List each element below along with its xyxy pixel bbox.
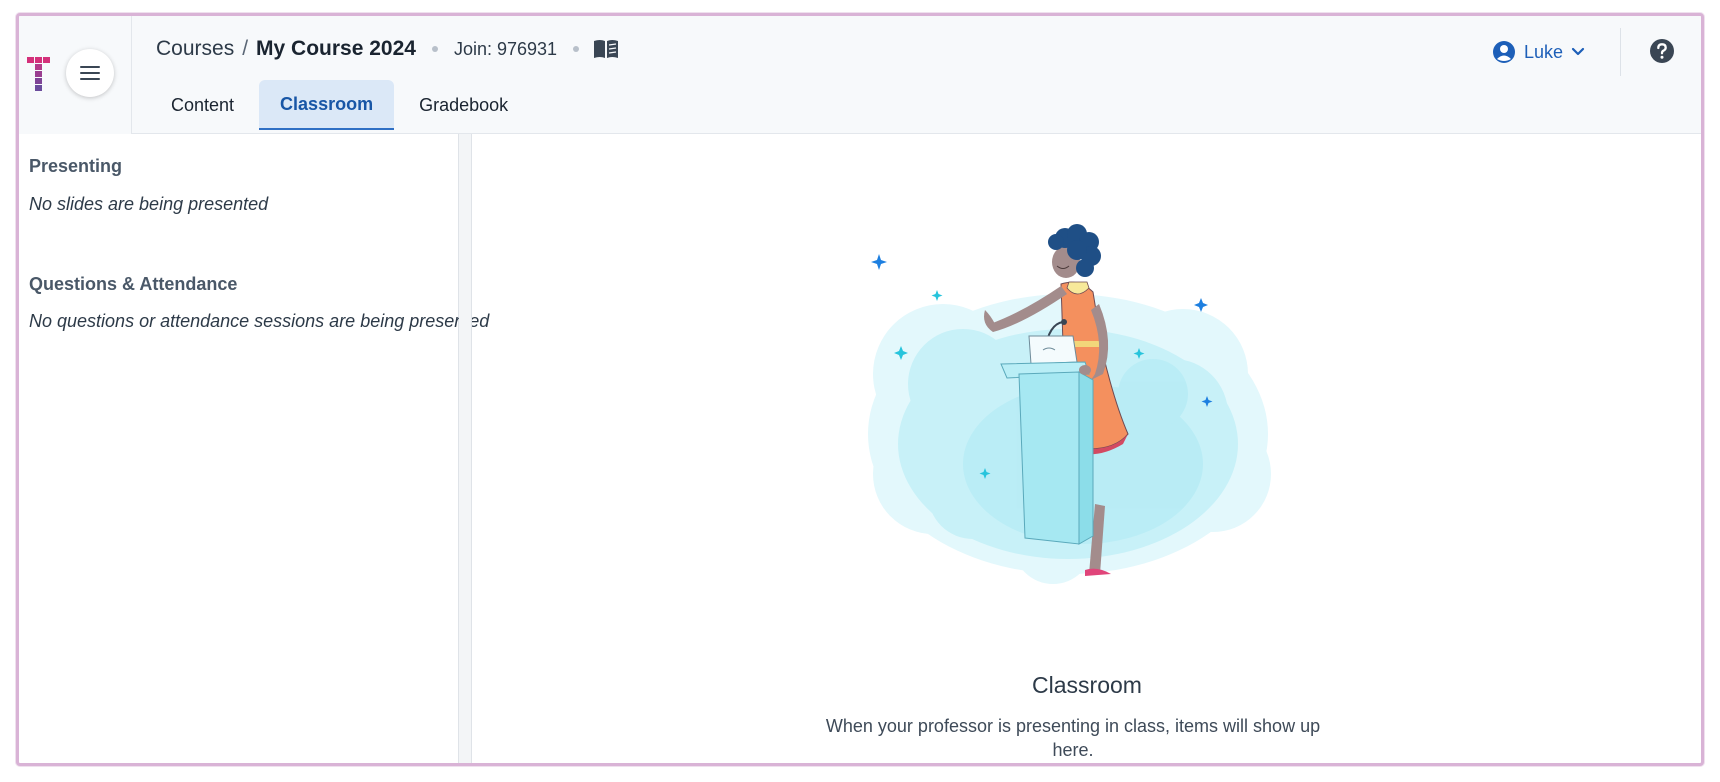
chevron-down-icon [1571, 47, 1585, 56]
separator-dot [573, 46, 580, 52]
presenting-empty-text: No slides are being presented [29, 194, 269, 214]
help-circle-icon[interactable] [1649, 38, 1675, 64]
presenting-heading: Presenting [29, 156, 123, 176]
join-code: Join: 976931 [453, 38, 558, 59]
presenter-illustration [868, 224, 1271, 584]
breadcrumb-current-course: My Course 2024 [256, 37, 416, 60]
classroom-main: Classroom When your professor is present… [473, 134, 1701, 763]
classroom-sidebar: Presenting No slides are being presented… [19, 134, 489, 763]
header-divider [1620, 28, 1621, 76]
tab-gradebook[interactable]: Gradebook [398, 80, 529, 130]
breadcrumb-courses-link[interactable]: Courses [156, 37, 234, 61]
menu-button[interactable] [66, 49, 114, 97]
tab-classroom[interactable]: Classroom [259, 80, 395, 130]
left-rail [19, 16, 132, 134]
app-logo [27, 57, 50, 91]
user-menu[interactable]: Luke [1492, 38, 1585, 66]
tab-content[interactable]: Content [150, 80, 255, 130]
page-header: Courses / My Course 2024 Join: 976931 Co… [132, 16, 1701, 134]
book-open-icon [594, 40, 619, 58]
sidebar-resize-handle[interactable] [459, 134, 472, 763]
breadcrumb: Courses / My Course 2024 Join: 976931 [156, 34, 619, 64]
breadcrumb-separator: / [242, 37, 249, 60]
user-name: Luke [1523, 41, 1563, 62]
course-tabs: Content Classroom Gradebook [150, 80, 533, 134]
app-window: Courses / My Course 2024 Join: 976931 Co… [16, 13, 1704, 766]
questions-empty-text: No questions or attendance sessions are … [29, 311, 490, 331]
empty-state-title: Classroom [1032, 672, 1142, 698]
hamburger-menu-icon [80, 66, 100, 80]
empty-state-description: When your professor is presenting in cla… [825, 716, 1321, 760]
separator-dot [431, 46, 438, 52]
questions-heading: Questions & Attendance [29, 274, 238, 294]
course-book-button[interactable] [593, 39, 619, 59]
user-circle-icon [1492, 41, 1515, 63]
